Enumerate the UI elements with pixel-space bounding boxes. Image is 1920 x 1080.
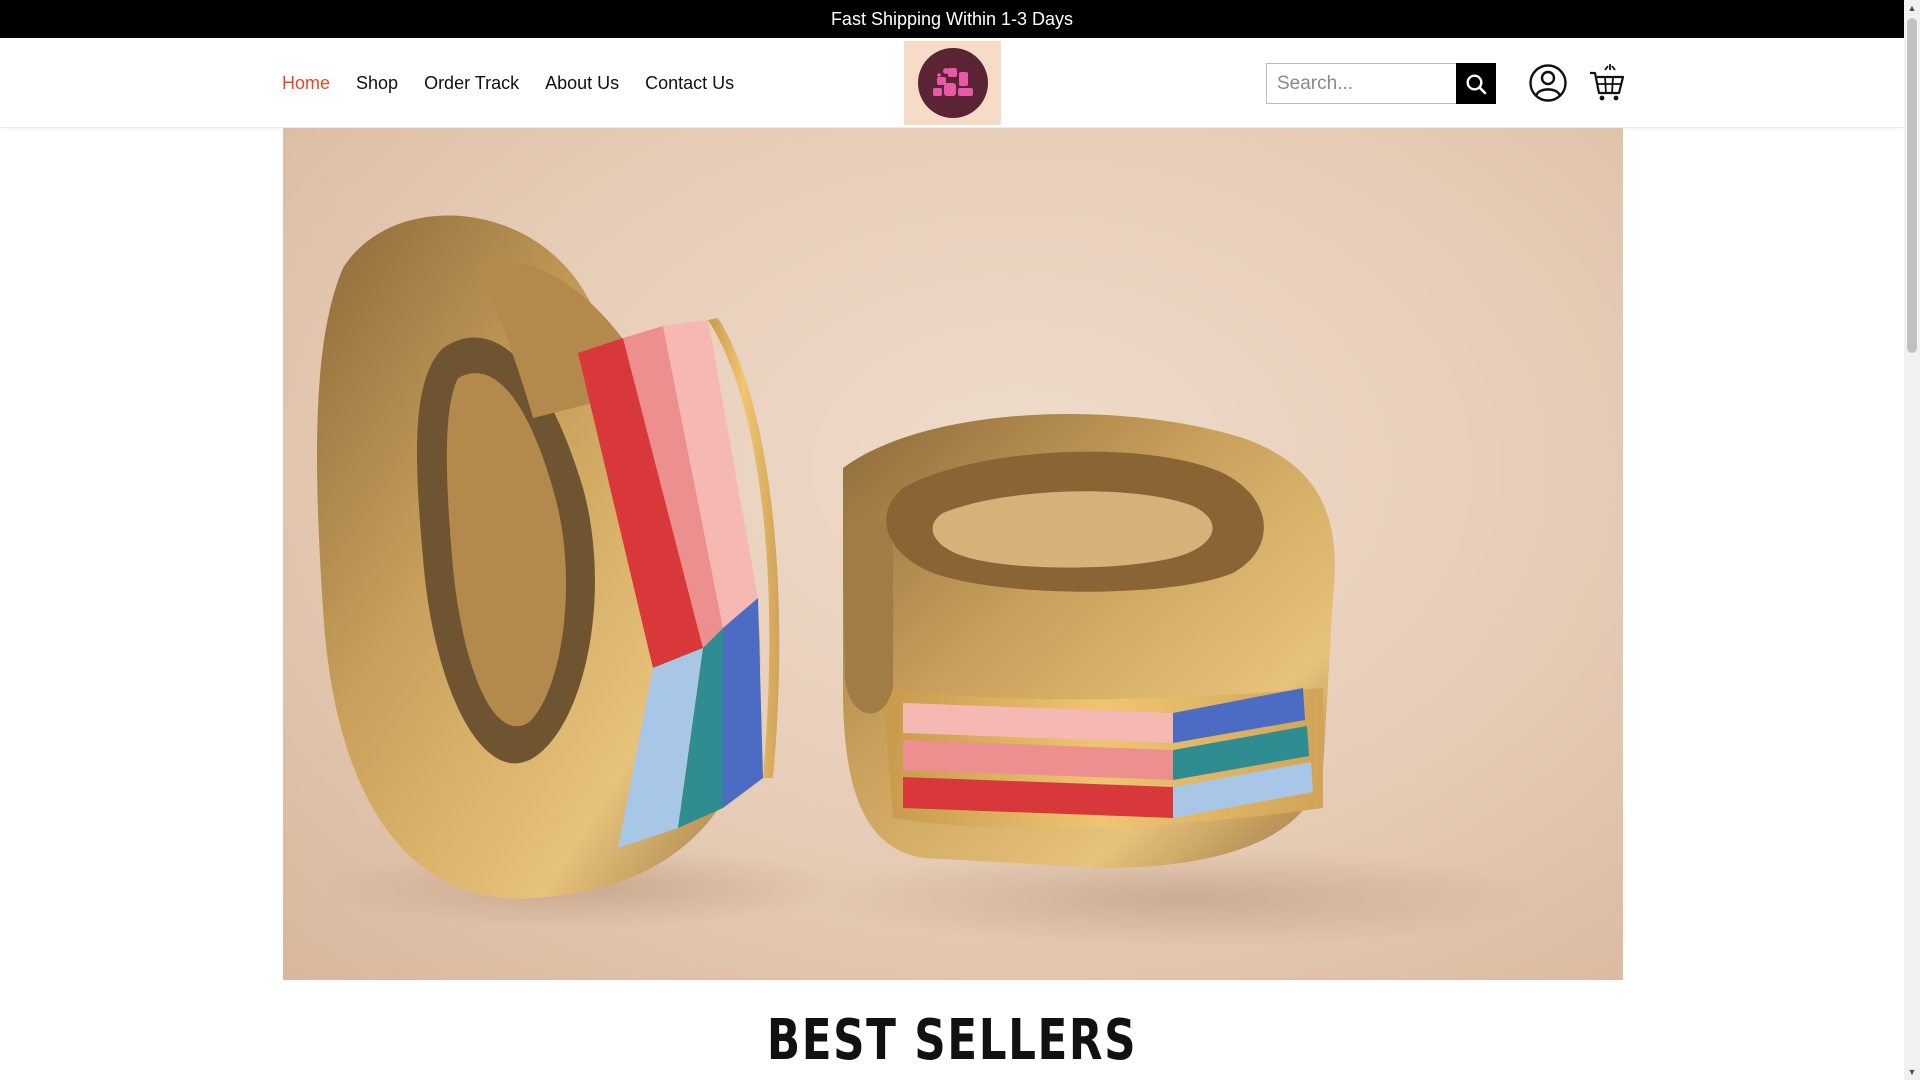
cart-button[interactable] (1589, 62, 1625, 102)
search-form (1266, 63, 1496, 104)
search-button[interactable] (1456, 63, 1496, 104)
main-nav: Home Shop Order Track About Us Contact U… (282, 38, 760, 128)
announcement-text: Fast Shipping Within 1-3 Days (830, 8, 1074, 29)
scroll-up-arrow-icon[interactable]: ▲ (1904, 0, 1920, 16)
announcement-bar: Fast Shipping Within 1-3 Days (0, 0, 1904, 38)
user-icon (1529, 64, 1567, 102)
site-header: Home Shop Order Track About Us Contact U… (0, 38, 1904, 128)
scrollbar-thumb[interactable] (1907, 18, 1917, 353)
page-scrollbar[interactable]: ▲ ▼ (1904, 0, 1920, 1080)
site-logo[interactable] (904, 41, 1001, 125)
nav-shop[interactable]: Shop (356, 73, 398, 94)
cart-icon (1590, 64, 1625, 101)
account-button[interactable] (1528, 63, 1568, 103)
nav-about-us[interactable]: About Us (545, 73, 619, 94)
scroll-down-arrow-icon[interactable]: ▼ (1904, 1064, 1920, 1080)
nav-order-track[interactable]: Order Track (424, 73, 519, 94)
logo-mark-icon (917, 48, 988, 118)
earrings-image (317, 215, 1543, 948)
best-sellers-heading: BEST SELLERS (766, 1008, 1138, 1073)
search-input[interactable] (1266, 63, 1456, 104)
hero-banner-image[interactable] (283, 128, 1623, 980)
nav-contact-us[interactable]: Contact Us (645, 73, 734, 94)
nav-home[interactable]: Home (282, 73, 330, 94)
search-icon (1466, 73, 1487, 94)
